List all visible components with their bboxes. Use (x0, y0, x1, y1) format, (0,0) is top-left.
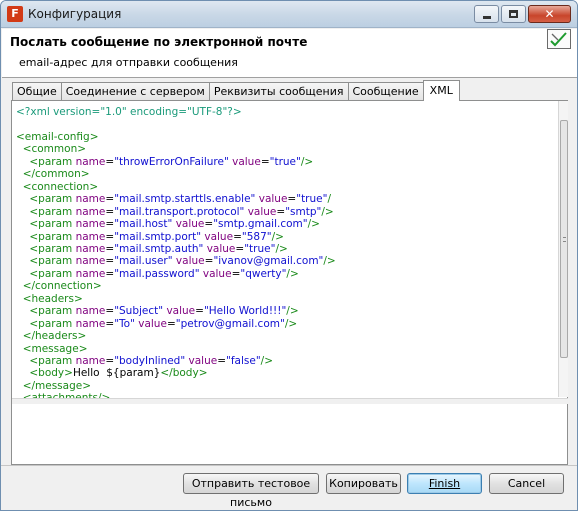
xml-line: <email-config> (16, 130, 99, 143)
finish-button-label: Finish (428, 477, 461, 490)
window-controls: ✕ (474, 5, 571, 23)
xml-line: <param name="mail.transport.protocol" va… (29, 205, 334, 218)
xml-line: </common> (22, 168, 90, 181)
tab-1[interactable]: Общие (12, 82, 62, 101)
scrollbar-thumb[interactable] (560, 120, 568, 358)
xml-line: <param name="mail.host" value="smtp.gmai… (29, 218, 320, 231)
maximize-button[interactable] (501, 5, 526, 23)
xml-line: </headers> (22, 330, 87, 343)
xml-line: <param name="mail.smtp.starttls.enable" … (29, 193, 331, 206)
page-title: Послать сообщение по электронной почте (10, 35, 308, 49)
xml-line: <param name="mail.user" value="ivanov@gm… (29, 255, 336, 268)
horizontal-scrollbar[interactable] (12, 398, 568, 404)
xml-line: <message> (22, 342, 88, 355)
finish-button[interactable]: Finish (407, 473, 482, 494)
tab-5[interactable]: XML (422, 80, 460, 101)
maximize-icon (509, 10, 518, 18)
xml-line: </message> (22, 379, 92, 392)
xml-line: <param name="mail.smtp.port" value="587"… (29, 230, 284, 243)
copy-button[interactable]: Копировать (326, 473, 401, 494)
xml-line: <body>Hello ${param}</body> (29, 367, 208, 380)
wizard-banner-icon (547, 29, 571, 49)
send-test-email-button[interactable]: Отправить тестовое письмо (183, 473, 319, 509)
tab-4[interactable]: Сообщение (347, 82, 424, 101)
configuration-dialog: F Конфигурация ✕ Послать сообщение по эл… (0, 0, 578, 511)
dialog-header: Послать сообщение по электронной почте e… (2, 29, 577, 78)
cancel-button[interactable]: Cancel (489, 473, 564, 494)
xml-editor[interactable]: <?xml version="1.0" encoding="UTF-8"?> <e… (12, 101, 558, 398)
close-icon: ✕ (544, 7, 555, 21)
page-description: email-адрес для отправки сообщения (19, 56, 238, 69)
vertical-scrollbar[interactable] (558, 101, 568, 397)
xml-line: <headers> (22, 292, 83, 305)
minimize-button[interactable] (474, 5, 499, 23)
minimize-icon (482, 15, 491, 19)
xml-line: <param name="bodyInlined" value="false"/… (29, 355, 274, 367)
title-bar[interactable]: F Конфигурация ✕ (1, 1, 577, 28)
xml-line: <param name="Subject" value="Hello World… (29, 305, 299, 318)
app-icon: F (7, 6, 23, 22)
tab-bar: Общие Соединение с сервером Реквизиты сооб… (12, 80, 460, 101)
scrollbar-grip-icon (563, 237, 566, 242)
xml-line: <param name="To" value="petrov@gmail.com… (29, 317, 298, 330)
xml-line: <param name="throwErrorOnFailure" value=… (29, 155, 314, 168)
xml-line: <param name="mail.password" value="qwert… (29, 267, 299, 280)
xml-line: <connection> (22, 180, 99, 193)
window-title: Конфигурация (28, 7, 122, 21)
tab-2[interactable]: Соединение с сервером (60, 82, 210, 101)
xml-line: <?xml version="1.0" encoding="UTF-8"?> (16, 106, 242, 118)
xml-line: </connection> (22, 280, 102, 293)
xml-line: <param name="mail.smtp.auth" value="true… (29, 242, 288, 255)
close-button[interactable]: ✕ (528, 5, 571, 23)
xml-line: <common> (22, 143, 87, 156)
tab-3[interactable]: Реквизиты сообщения (208, 82, 349, 101)
button-bar-separator (1, 465, 577, 466)
xml-tab-panel: <?xml version="1.0" encoding="UTF-8"?> <e… (11, 100, 568, 465)
